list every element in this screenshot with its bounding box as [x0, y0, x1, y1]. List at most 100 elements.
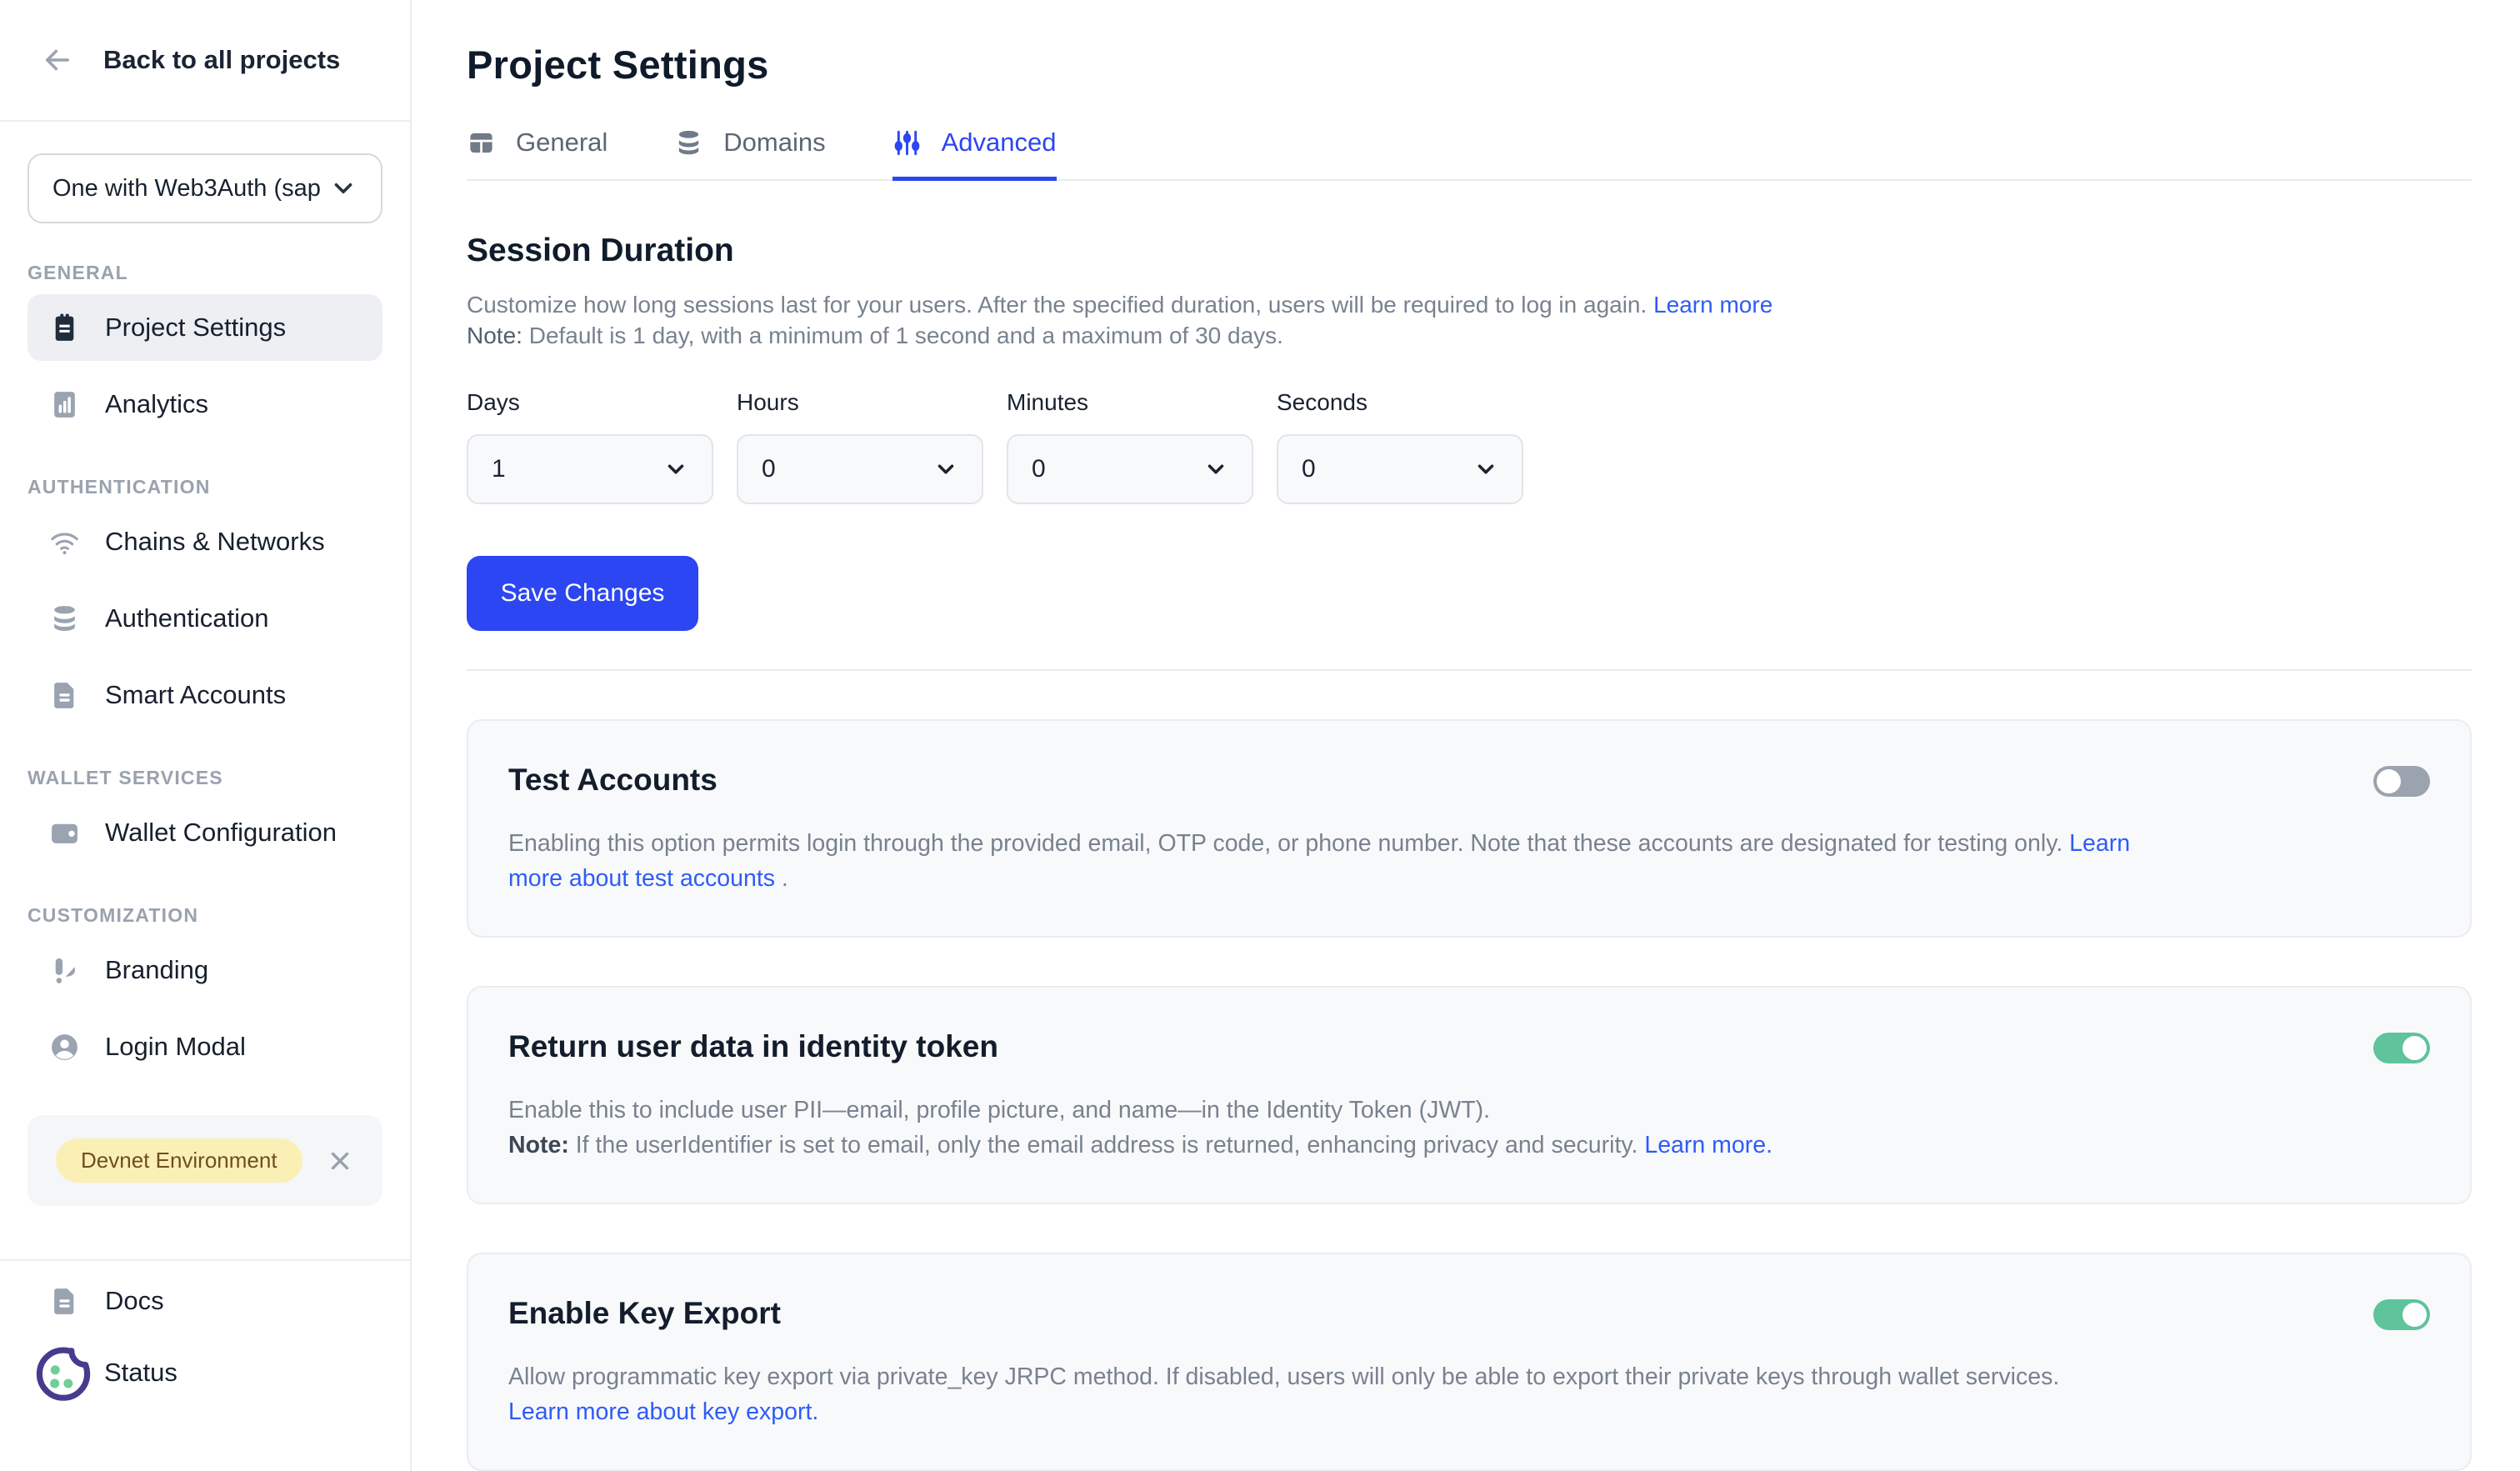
tab-advanced[interactable]: Advanced — [892, 128, 1057, 179]
chevron-down-icon — [1203, 457, 1228, 482]
bar-chart-icon — [49, 389, 80, 420]
seconds-select-value: 0 — [1302, 455, 1316, 483]
document-icon — [49, 680, 80, 711]
key-export-learn-more-link[interactable]: Learn more about key export. — [508, 1398, 818, 1425]
minutes-select-value: 0 — [1032, 455, 1046, 483]
sidebar: Back to all projects One with Web3Auth (… — [0, 0, 412, 1471]
sidebar-item-branding[interactable]: Branding — [28, 937, 382, 1003]
seconds-field: Seconds 0 — [1277, 389, 1523, 504]
tab-bar: General Domains Advanced — [467, 128, 2472, 181]
sidebar-item-label: Authentication — [105, 603, 268, 633]
hours-select-value: 0 — [762, 455, 776, 483]
card-description-text: Allow programmatic key export via privat… — [508, 1363, 2059, 1390]
after-link-text: . — [775, 865, 788, 892]
section-label-customization: CUSTOMIZATION — [28, 904, 410, 927]
session-note-text: Default is 1 day, with a minimum of 1 se… — [522, 323, 1283, 348]
hours-field: Hours 0 — [737, 389, 983, 504]
arrow-left-icon — [40, 43, 75, 78]
identity-token-toggle[interactable] — [2373, 1033, 2430, 1063]
sidebar-item-project-settings[interactable]: Project Settings — [28, 294, 382, 361]
sliders-icon — [892, 128, 922, 158]
user-circle-icon — [49, 1032, 80, 1063]
hours-label: Hours — [737, 389, 983, 416]
sidebar-item-label: Status — [104, 1358, 178, 1388]
chevron-down-icon — [1473, 457, 1498, 482]
chevron-down-icon — [663, 457, 688, 482]
minutes-field: Minutes 0 — [1007, 389, 1253, 504]
session-description-text: Customize how long sessions last for you… — [467, 292, 1647, 318]
toggle-knob — [2377, 769, 2401, 793]
tab-label: Advanced — [942, 128, 1057, 158]
sidebar-item-wallet-configuration[interactable]: Wallet Configuration — [28, 799, 382, 866]
sidebar-item-label: Wallet Configuration — [105, 818, 337, 848]
session-duration-heading: Session Duration — [467, 233, 2472, 269]
card-description: Allow programmatic key export via privat… — [508, 1359, 2142, 1429]
card-note-text: If the userIdentifier is set to email, o… — [569, 1132, 1645, 1158]
sidebar-item-smart-accounts[interactable]: Smart Accounts — [28, 662, 382, 728]
page-title: Project Settings — [467, 42, 2472, 88]
wallet-icon — [49, 818, 80, 848]
minutes-select[interactable]: 0 — [1007, 434, 1253, 504]
duration-fields: Days 1 Hours 0 Minutes 0 Seconds 0 — [467, 389, 2472, 504]
card-description: Enable this to include user PII—email, p… — [508, 1093, 2142, 1163]
tab-label: Domains — [723, 128, 825, 158]
minutes-label: Minutes — [1007, 389, 1253, 416]
sidebar-item-label: Smart Accounts — [105, 680, 286, 710]
days-label: Days — [467, 389, 713, 416]
section-label-general: GENERAL — [28, 262, 410, 284]
sidebar-item-label: Project Settings — [105, 313, 286, 343]
chevron-down-icon — [933, 457, 958, 482]
seconds-select[interactable]: 0 — [1277, 434, 1523, 504]
close-icon[interactable] — [326, 1147, 354, 1175]
clipboard-icon — [49, 313, 80, 343]
project-selector-value: One with Web3Auth (sap — [52, 175, 329, 203]
sidebar-item-analytics[interactable]: Analytics — [28, 371, 382, 438]
chevron-down-icon — [329, 174, 358, 203]
tab-domains[interactable]: Domains — [674, 128, 825, 179]
tab-general[interactable]: General — [467, 128, 608, 179]
brush-icon — [49, 955, 80, 986]
session-note-label: Note: — [467, 323, 522, 348]
section-label-wallet-services: WALLET SERVICES — [28, 767, 410, 789]
save-changes-button[interactable]: Save Changes — [467, 556, 698, 631]
session-learn-more-link[interactable]: Learn more — [1653, 292, 1772, 318]
key-export-toggle[interactable] — [2373, 1299, 2430, 1330]
environment-badge: Devnet Environment — [56, 1138, 302, 1183]
sidebar-divider — [0, 1259, 410, 1261]
days-select[interactable]: 1 — [467, 434, 713, 504]
card-description-text: Enable this to include user PII—email, p… — [508, 1097, 1490, 1123]
sidebar-item-docs[interactable]: Docs — [28, 1269, 382, 1333]
database-icon — [674, 128, 703, 158]
card-description-text: Enabling this option permits login throu… — [508, 830, 2062, 857]
document-icon — [49, 1286, 80, 1317]
identity-token-card: Return user data in identity token Enabl… — [467, 986, 2472, 1204]
sidebar-item-login-modal[interactable]: Login Modal — [28, 1013, 382, 1080]
main-content: Project Settings General Domains Advance… — [412, 0, 2520, 1471]
hours-select[interactable]: 0 — [737, 434, 983, 504]
back-to-projects-link[interactable]: Back to all projects — [0, 0, 410, 122]
database-icon — [49, 603, 80, 634]
sidebar-item-authentication[interactable]: Authentication — [28, 585, 382, 652]
sidebar-item-label: Analytics — [105, 389, 208, 419]
cookie-icon[interactable] — [31, 1340, 96, 1405]
back-label: Back to all projects — [103, 45, 340, 75]
toggle-knob — [2402, 1303, 2427, 1327]
tab-label: General — [516, 128, 608, 158]
card-title: Return user data in identity token — [508, 1029, 2430, 1064]
test-accounts-card: Test Accounts Enabling this option permi… — [467, 719, 2472, 938]
card-title: Enable Key Export — [508, 1296, 2430, 1331]
identity-token-learn-more-link[interactable]: Learn more. — [1644, 1132, 1772, 1158]
card-note-label: Note: — [508, 1132, 569, 1158]
session-duration-description: Customize how long sessions last for you… — [467, 289, 2472, 351]
sidebar-item-chains-networks[interactable]: Chains & Networks — [28, 508, 382, 575]
sidebar-item-status[interactable]: Status — [28, 1341, 382, 1404]
sidebar-item-label: Chains & Networks — [105, 527, 325, 557]
test-accounts-toggle[interactable] — [2373, 766, 2430, 797]
days-select-value: 1 — [492, 455, 506, 483]
project-selector[interactable]: One with Web3Auth (sap — [28, 153, 382, 223]
card-description: Enabling this option permits login throu… — [508, 826, 2142, 896]
section-label-authentication: AUTHENTICATION — [28, 476, 410, 498]
toggle-knob — [2402, 1036, 2427, 1060]
environment-banner: Devnet Environment — [28, 1115, 382, 1206]
sidebar-item-label: Branding — [105, 955, 208, 985]
